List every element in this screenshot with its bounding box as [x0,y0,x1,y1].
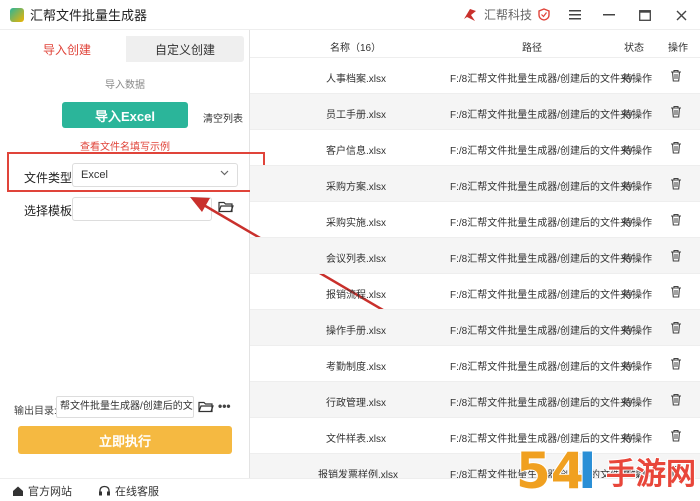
clear-list-button[interactable]: 清空列表 [203,110,243,125]
cell-path: F:/8汇帮文件批量生成器/创建后的文件夹/ [450,326,633,337]
cell-path: F:/8汇帮文件批量生成器/创建后的文件夹/ [450,290,633,301]
output-folder-icon[interactable] [198,401,214,413]
trash-icon[interactable] [670,141,682,154]
trash-icon[interactable] [670,285,682,298]
minimize-icon[interactable] [600,6,618,24]
header-name: 名称（16） [330,43,382,54]
cell-name: 客户信息.xlsx [326,146,386,157]
table-row[interactable]: 操作手册.xlsx F:/8汇帮文件批量生成器/创建后的文件夹/待操作 [250,310,700,346]
cell-name: 人事档案.xlsx [326,74,386,85]
cell-name: 报销流程.xlsx [326,290,386,301]
table-row[interactable]: 会议列表.xlsx F:/8汇帮文件批量生成器/创建后的文件夹/待操作 [250,238,700,274]
cell-status: 待操作 [622,110,652,121]
header-path: 路径 [522,43,542,54]
cell-status: 待操作 [622,182,652,193]
trash-icon[interactable] [670,393,682,406]
cell-path: F:/8汇帮文件批量生成器/创建后的文件夹/ [450,254,633,265]
table-row[interactable]: 考勤制度.xlsx F:/8汇帮文件批量生成器/创建后的文件夹/待操作 [250,346,700,382]
cell-status: 待操作 [622,290,652,301]
cell-path: F:/8汇帮文件批量生成器/创建后的文件夹/ [450,398,633,409]
cell-name: 操作手册.xlsx [326,326,386,337]
table-header: 名称（16） 路径 状态 操作 [250,30,700,58]
table-row[interactable]: 采购方案.xlsx F:/8汇帮文件批量生成器/创建后的文件夹/待操作 [250,166,700,202]
table-row[interactable]: 行政管理.xlsx F:/8汇帮文件批量生成器/创建后的文件夹/待操作 [250,382,700,418]
watermark-logo: 54 Ⅰ 手游网 [514,436,698,501]
table-row[interactable]: 员工手册.xlsx F:/8汇帮文件批量生成器/创建后的文件夹/待操作 [250,94,700,130]
table-row[interactable]: 采购实施.xlsx F:/8汇帮文件批量生成器/创建后的文件夹/待操作 [250,202,700,238]
app-title: 汇帮文件批量生成器 [30,8,148,23]
cell-name: 行政管理.xlsx [326,398,386,409]
headset-icon [99,485,110,496]
home-icon [13,486,23,496]
cell-path: F:/8汇帮文件批量生成器/创建后的文件夹/ [450,218,633,229]
cell-path: F:/8汇帮文件批量生成器/创建后的文件夹/ [450,182,633,193]
cell-path: F:/8汇帮文件批量生成器/创建后的文件夹/ [450,146,633,157]
trash-icon[interactable] [670,321,682,334]
cell-path: F:/8汇帮文件批量生成器/创建后的文件夹/ [450,74,633,85]
svg-text:手游网: 手游网 [606,457,696,492]
trash-icon[interactable] [670,249,682,262]
cell-status: 待操作 [622,254,652,265]
cell-status: 待操作 [622,218,652,229]
trash-icon[interactable] [670,69,682,82]
trash-icon[interactable] [670,357,682,370]
import-excel-button[interactable]: 导入Excel [62,102,188,128]
title-bar: 汇帮文件批量生成器 汇帮科技 [0,0,700,30]
cell-name: 员工手册.xlsx [326,110,386,121]
cell-status: 待操作 [622,362,652,373]
svg-text:Ⅰ: Ⅰ [578,442,597,498]
table-row[interactable]: 人事档案.xlsx F:/8汇帮文件批量生成器/创建后的文件夹/待操作 [250,58,700,94]
table-row[interactable]: 报销流程.xlsx F:/8汇帮文件批量生成器/创建后的文件夹/待操作 [250,274,700,310]
cell-name: 采购方案.xlsx [326,182,386,193]
cell-name: 会议列表.xlsx [326,254,386,265]
more-options-icon[interactable]: ••• [218,399,231,413]
header-action: 操作 [668,43,688,54]
cell-name: 考勤制度.xlsx [326,362,386,373]
file-table: 名称（16） 路径 状态 操作 人事档案.xlsx F:/8汇帮文件批量生成器/创… [250,30,700,490]
menu-icon[interactable] [566,6,584,24]
online-support-label: 在线客服 [115,486,159,498]
output-dir-label: 输出目录: [14,406,57,417]
trash-icon[interactable] [670,177,682,190]
official-site-link[interactable]: 官方网站 [12,483,72,499]
svg-text:54: 54 [516,442,586,498]
brand-logo-icon [464,8,476,21]
trash-icon[interactable] [670,213,682,226]
cell-path: F:/8汇帮文件批量生成器/创建后的文件夹/ [450,110,633,121]
shield-icon [538,8,550,21]
cell-status: 待操作 [622,146,652,157]
table-row[interactable]: 客户信息.xlsx F:/8汇帮文件批量生成器/创建后的文件夹/待操作 [250,130,700,166]
trash-icon[interactable] [670,105,682,118]
import-data-label: 导入数据 [105,80,145,91]
run-now-button[interactable]: 立即执行 [18,426,232,454]
template-label: 选择模板 [24,204,73,218]
cell-name: 文件样表.xlsx [326,434,386,445]
brand[interactable]: 汇帮科技 [462,6,550,23]
close-icon[interactable] [672,6,690,24]
maximize-icon[interactable] [636,6,654,24]
cell-status: 待操作 [622,326,652,337]
official-site-label: 官方网站 [28,486,72,498]
header-status: 状态 [624,43,644,54]
cell-path: F:/8汇帮文件批量生成器/创建后的文件夹/ [450,362,633,373]
watermark-graphic: 54 Ⅰ 手游网 [515,441,697,501]
online-support-link[interactable]: 在线客服 [98,483,159,499]
app-logo-icon [10,7,24,22]
tab-import-create[interactable]: 导入创建 [8,36,126,62]
highlight-box [7,152,265,192]
tab-custom-create[interactable]: 自定义创建 [126,36,244,62]
cell-name: 采购实施.xlsx [326,218,386,229]
output-dir-input[interactable]: 帮文件批量生成器/创建后的文件夹 [56,396,194,418]
filename-example-link[interactable]: 查看文件名填写示例 [0,138,250,153]
cell-status: 待操作 [622,398,652,409]
mode-tabs: 导入创建 自定义创建 [8,36,244,62]
cell-status: 待操作 [622,74,652,85]
brand-name: 汇帮科技 [484,8,533,22]
